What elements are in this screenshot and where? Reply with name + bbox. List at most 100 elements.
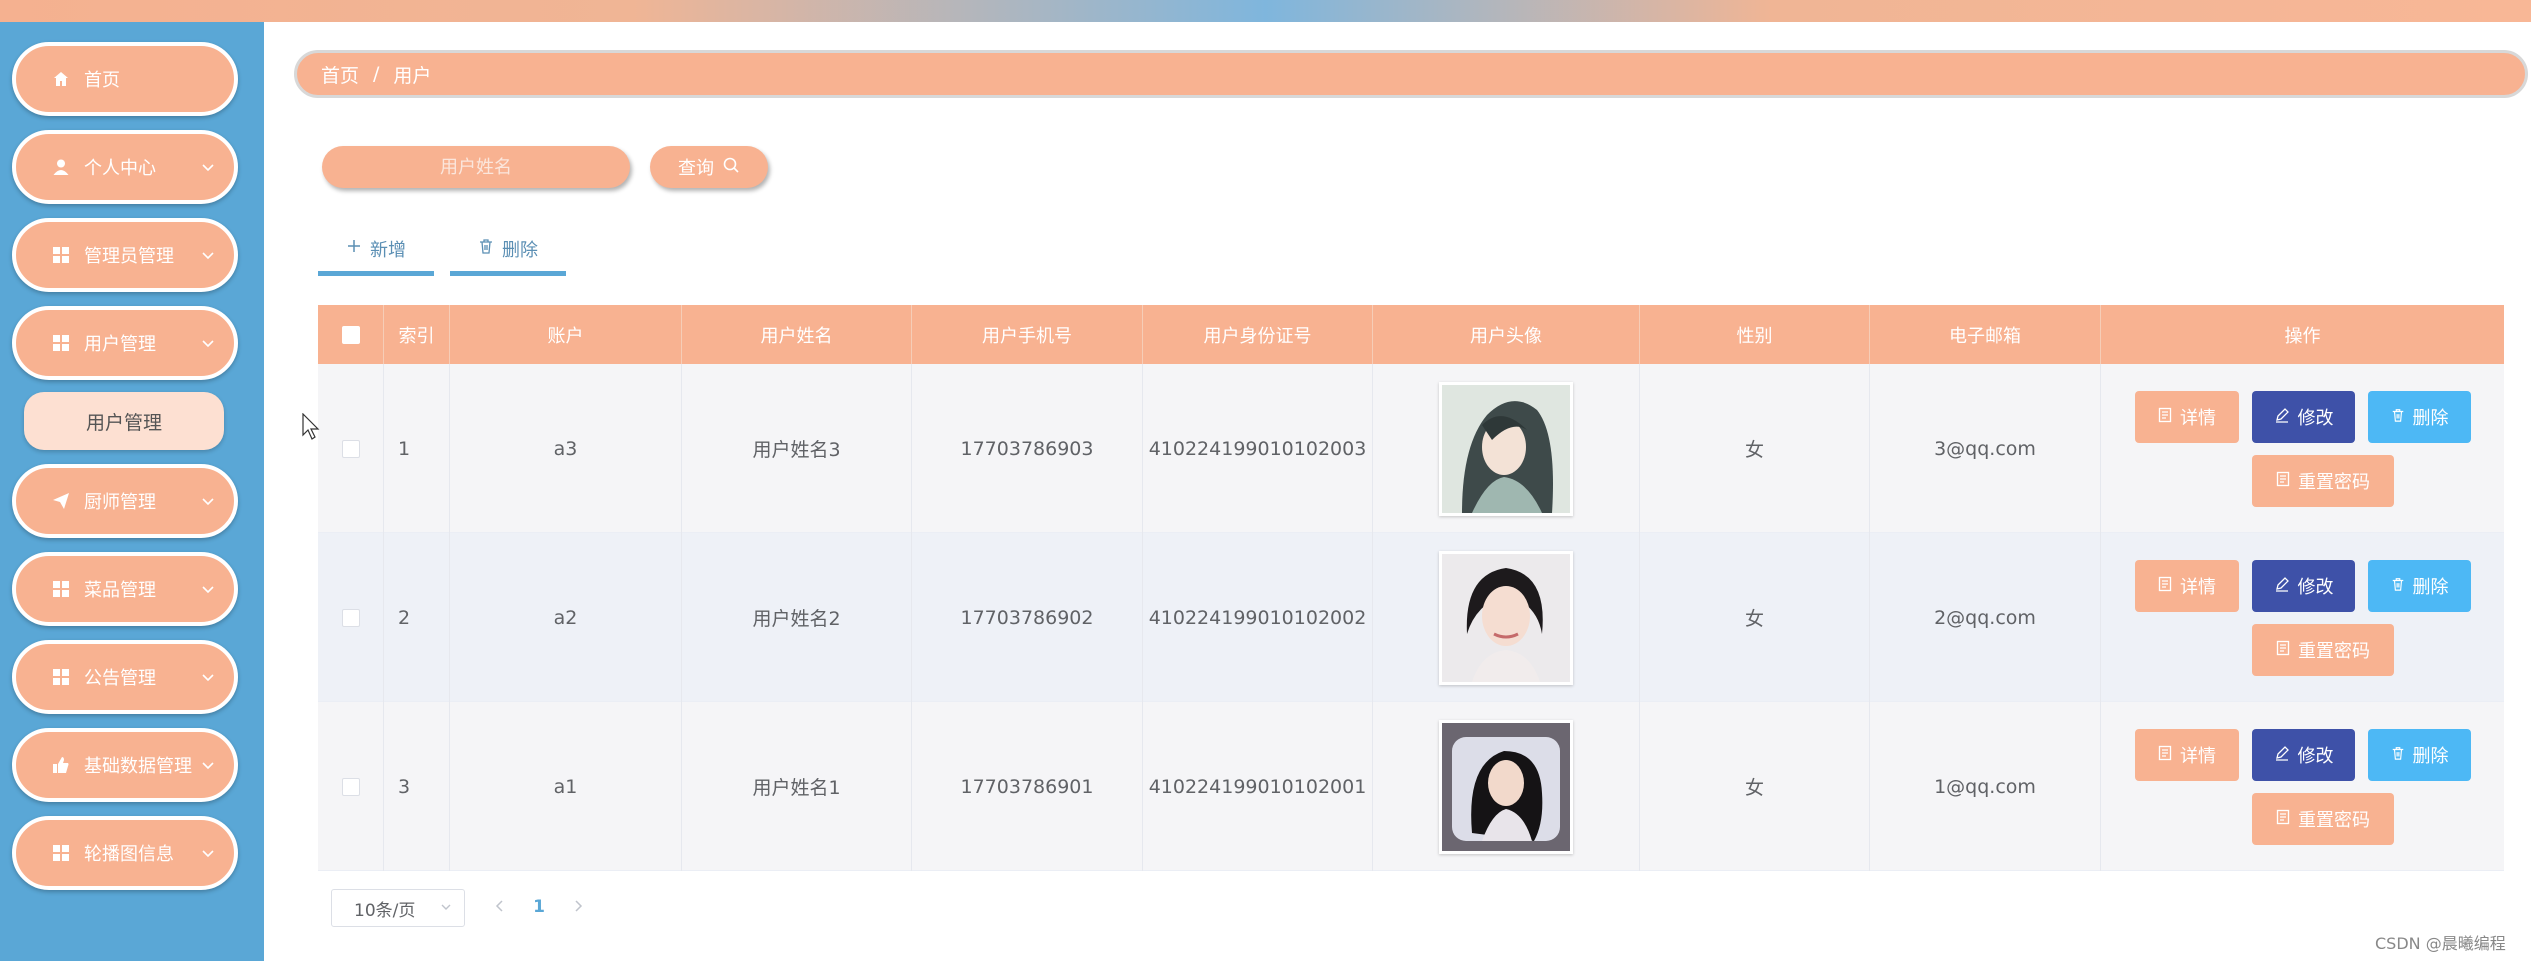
document-icon: [2276, 809, 2290, 830]
document-icon: [2158, 407, 2172, 428]
send-icon: [50, 490, 72, 512]
delete-button-label: 删除: [2412, 746, 2449, 767]
page-number-current[interactable]: 1: [528, 892, 550, 922]
detail-button[interactable]: 详情: [2135, 391, 2239, 443]
cell-actions: 详情 修改 删除 重置密码: [2101, 364, 2504, 533]
edit-button[interactable]: 修改: [2252, 391, 2355, 443]
cell-phone: 17703786901: [912, 702, 1143, 871]
avatar[interactable]: [1439, 381, 1573, 516]
table-header: 索引 账户 用户姓名 用户手机号 用户身份证号 用户头像 性别 电子邮箱 操作: [318, 305, 2504, 364]
sidebar-item-label: 用户管理: [84, 334, 156, 355]
edit-button[interactable]: 修改: [2252, 729, 2355, 781]
grid-icon: [50, 332, 72, 354]
document-icon: [2276, 471, 2290, 492]
trash-icon: [478, 238, 494, 259]
add-button-label: 新增: [370, 239, 406, 261]
header-account: 账户: [450, 305, 682, 364]
sidebar-item-label: 菜品管理: [84, 580, 156, 601]
breadcrumb-separator: /: [373, 63, 380, 85]
user-icon: [50, 156, 72, 178]
cell-actions: 详情 修改 删除 重置密码: [2101, 533, 2504, 702]
avatar[interactable]: [1439, 719, 1573, 854]
reset-password-button[interactable]: 重置密码: [2252, 455, 2394, 507]
header-phone: 用户手机号: [912, 305, 1143, 364]
avatar[interactable]: [1439, 550, 1573, 685]
cell-email: 1@qq.com: [1870, 702, 2101, 871]
search-icon: [722, 156, 740, 179]
search-button[interactable]: 查询: [650, 146, 768, 188]
sidebar-item-label: 基础数据管理: [84, 756, 192, 777]
chevron-down-icon: [200, 669, 216, 685]
edit-button-label: 修改: [2297, 408, 2334, 429]
cell-id-number: 410224199010102002: [1143, 533, 1373, 702]
detail-button[interactable]: 详情: [2135, 560, 2239, 612]
table-row: 3 a1 用户姓名1 17703786901 41022419901010200…: [318, 702, 2504, 871]
delete-button[interactable]: 删除: [2368, 560, 2471, 612]
sidebar-item-label: 管理员管理: [84, 246, 174, 267]
table-row: 2 a2 用户姓名2 17703786902 41022419901010200…: [318, 533, 2504, 702]
row-checkbox[interactable]: [341, 439, 360, 458]
row-checkbox[interactable]: [341, 777, 360, 796]
mouse-cursor-icon: [302, 412, 320, 441]
submenu-item-user-management[interactable]: 用户管理: [24, 392, 224, 450]
cell-gender: 女: [1640, 533, 1870, 702]
sidebar: 首页 个人中心 管理员管理 用户管理 用户管理 厨师管理 菜品管理 公告管理 基…: [0, 22, 264, 961]
prev-page-button[interactable]: [490, 892, 510, 922]
reset-password-label: 重置密码: [2298, 472, 2370, 493]
sidebar-item-admin-management[interactable]: 管理员管理: [12, 218, 238, 292]
edit-button[interactable]: 修改: [2252, 560, 2355, 612]
cell-account: a2: [450, 533, 682, 702]
sidebar-item-basic-data-management[interactable]: 基础数据管理: [12, 728, 238, 802]
cell-email: 2@qq.com: [1870, 533, 2101, 702]
sidebar-item-label: 公告管理: [84, 668, 156, 689]
sidebar-item-dish-management[interactable]: 菜品管理: [12, 552, 238, 626]
row-select-cell: [318, 364, 384, 533]
trash-icon: [2391, 745, 2405, 766]
page-size-select[interactable]: 10条/页: [331, 889, 465, 927]
watermark: CSDN @晨曦编程: [2375, 934, 2506, 953]
header-email: 电子邮箱: [1870, 305, 2101, 364]
chevron-down-icon: [440, 898, 452, 918]
row-select-cell: [318, 533, 384, 702]
sidebar-item-notice-management[interactable]: 公告管理: [12, 640, 238, 714]
batch-delete-button[interactable]: 删除: [450, 226, 566, 276]
cell-account: a3: [450, 364, 682, 533]
chevron-down-icon: [200, 247, 216, 263]
edit-button-label: 修改: [2297, 577, 2334, 598]
document-icon: [2158, 745, 2172, 766]
breadcrumb-home[interactable]: 首页: [321, 61, 359, 88]
home-icon: [50, 68, 72, 90]
cell-id-number: 410224199010102003: [1143, 364, 1373, 533]
cell-name: 用户姓名2: [682, 533, 912, 702]
batch-delete-label: 删除: [502, 239, 538, 261]
add-button[interactable]: 新增: [318, 226, 434, 276]
table-row: 1 a3 用户姓名3 17703786903 41022419901010200…: [318, 364, 2504, 533]
reset-password-button[interactable]: 重置密码: [2252, 624, 2394, 676]
row-checkbox[interactable]: [341, 608, 360, 627]
next-page-button[interactable]: [568, 892, 588, 922]
chevron-down-icon: [200, 757, 216, 773]
sidebar-item-chef-management[interactable]: 厨师管理: [12, 464, 238, 538]
reset-password-button[interactable]: 重置密码: [2252, 793, 2394, 845]
pencil-icon: [2274, 407, 2290, 428]
sidebar-item-label: 厨师管理: [84, 492, 156, 513]
delete-button-label: 删除: [2412, 408, 2449, 429]
detail-button-label: 详情: [2180, 408, 2216, 429]
search-input[interactable]: [322, 146, 630, 188]
delete-button[interactable]: 删除: [2368, 391, 2471, 443]
delete-button[interactable]: 删除: [2368, 729, 2471, 781]
sidebar-item-carousel-info[interactable]: 轮播图信息: [12, 816, 238, 890]
header-select-all[interactable]: [318, 305, 384, 364]
sidebar-item-home[interactable]: 首页: [12, 42, 238, 116]
cell-avatar: [1373, 364, 1640, 533]
sidebar-item-user-management[interactable]: 用户管理: [12, 306, 238, 380]
cell-phone: 17703786903: [912, 364, 1143, 533]
document-icon: [2276, 640, 2290, 661]
page-size-value: 10条/页: [354, 900, 416, 921]
sidebar-item-personal-center[interactable]: 个人中心: [12, 130, 238, 204]
plus-icon: [346, 238, 362, 259]
cell-account: a1: [450, 702, 682, 871]
cell-avatar: [1373, 702, 1640, 871]
select-all-checkbox[interactable]: [341, 325, 360, 344]
detail-button[interactable]: 详情: [2135, 729, 2239, 781]
